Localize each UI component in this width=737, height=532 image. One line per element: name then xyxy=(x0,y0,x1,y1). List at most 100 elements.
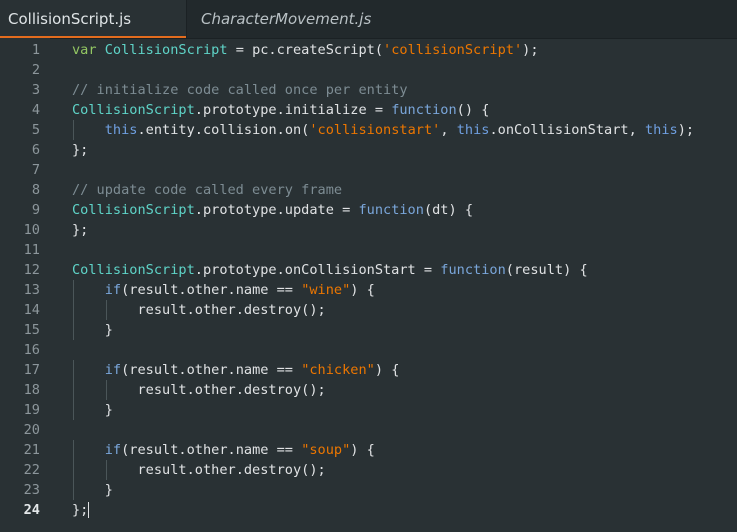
code-token: CollisionScript xyxy=(104,42,228,58)
line-number: 4 xyxy=(31,102,40,118)
line-number: 21 xyxy=(23,442,40,458)
code-token: } xyxy=(104,402,113,418)
code-line[interactable]: 16 xyxy=(0,340,737,360)
code-text: }; xyxy=(72,500,90,520)
code-token: CollisionScript xyxy=(72,262,195,278)
indent-guide xyxy=(73,300,74,320)
code-token: (result.other.name == xyxy=(121,282,302,298)
code-line[interactable]: 8 // update code called every frame xyxy=(0,180,737,200)
code-token: }; xyxy=(72,222,89,238)
line-number: 7 xyxy=(31,162,40,178)
indent-guide xyxy=(73,460,74,480)
code-token: function xyxy=(440,262,506,278)
line-number: 13 xyxy=(23,282,40,298)
code-line[interactable]: 21 if(result.other.name == "soup") { xyxy=(0,440,737,460)
indent-guide xyxy=(73,440,74,460)
code-token: ); xyxy=(522,42,539,58)
code-line[interactable]: 18 result.other.destroy(); xyxy=(0,380,737,400)
line-number: 1 xyxy=(31,42,40,58)
code-token: this xyxy=(456,122,490,138)
code-line[interactable]: 10}; xyxy=(0,220,737,240)
code-line[interactable]: 7 xyxy=(0,160,737,180)
code-line[interactable]: 19 } xyxy=(0,400,737,420)
code-token: ) { xyxy=(350,282,375,298)
code-text: if(result.other.name == "chicken") { xyxy=(72,360,400,380)
code-line[interactable]: 24}; xyxy=(0,500,737,520)
code-token: ) { xyxy=(374,362,400,378)
code-line[interactable]: 17 if(result.other.name == "chicken") { xyxy=(0,360,737,380)
line-number: 10 xyxy=(23,222,40,238)
line-number: 3 xyxy=(31,82,40,98)
code-line[interactable]: 12 CollisionScript.prototype.onCollisionS… xyxy=(0,260,737,280)
line-number: 15 xyxy=(23,322,40,338)
code-line[interactable]: 13 if(result.other.name == "wine") { xyxy=(0,280,737,300)
code-line[interactable]: 20 xyxy=(0,420,737,440)
code-line[interactable]: 3 // initialize code called once per enti… xyxy=(0,80,737,100)
line-number: 2 xyxy=(31,62,40,78)
code-text: }; xyxy=(72,220,88,240)
code-line[interactable]: 11 xyxy=(0,240,737,260)
line-number: 5 xyxy=(31,122,40,138)
code-text: if(result.other.name == "wine") { xyxy=(72,280,375,300)
code-line[interactable]: 6}; xyxy=(0,140,737,160)
code-line[interactable]: 5 this.entity.collision.on('collisionsta… xyxy=(0,120,737,140)
line-number: 12 xyxy=(23,262,40,278)
indent-guide xyxy=(73,320,74,340)
code-token: "chicken" xyxy=(301,362,375,378)
indent-guide xyxy=(105,300,107,320)
code-token: result.other.destroy(); xyxy=(137,462,326,478)
code-text: // update code called every frame xyxy=(72,180,342,200)
indent-guide xyxy=(73,360,74,380)
code-token: (dt) { xyxy=(423,202,474,218)
code-text: CollisionScript.prototype.initialize = f… xyxy=(72,100,489,120)
text-cursor xyxy=(88,502,90,518)
code-text: // initialize code called once per entit… xyxy=(72,80,408,100)
code-text: this.entity.collision.on('collisionstart… xyxy=(72,120,694,140)
code-token: }; xyxy=(72,502,89,518)
code-text: } xyxy=(72,320,113,340)
code-token: if xyxy=(104,362,122,378)
code-text: } xyxy=(72,400,113,420)
code-token: } xyxy=(104,482,113,498)
indent-guide xyxy=(105,460,107,480)
line-number: 20 xyxy=(23,422,40,438)
code-token: if xyxy=(104,442,122,458)
code-text: var CollisionScript = pc.createScript('c… xyxy=(72,40,539,60)
tab-collision-script[interactable]: CollisionScript.js xyxy=(0,0,186,38)
code-line[interactable]: 1 var CollisionScript = pc.createScript('… xyxy=(0,40,737,60)
line-number: 17 xyxy=(23,362,40,378)
code-line[interactable]: 23 } xyxy=(0,480,737,500)
indent-guide xyxy=(73,380,74,400)
code-line[interactable]: 4 CollisionScript.prototype.initialize = … xyxy=(0,100,737,120)
code-line[interactable]: 2 xyxy=(0,60,737,80)
code-area[interactable]: 1 var CollisionScript = pc.createScript('… xyxy=(0,40,737,520)
code-token: () { xyxy=(456,102,490,118)
code-text: }; xyxy=(72,140,88,160)
code-text: if(result.other.name == "soup") { xyxy=(72,440,375,460)
indent-guide xyxy=(73,120,74,140)
code-token: CollisionScript xyxy=(72,102,195,118)
code-token: "wine" xyxy=(301,282,351,298)
code-token: ); xyxy=(677,122,695,138)
code-text: } xyxy=(72,480,113,500)
line-number: 6 xyxy=(31,142,40,158)
code-line[interactable]: 14 result.other.destroy(); xyxy=(0,300,737,320)
code-token: function xyxy=(358,202,424,218)
code-line[interactable]: 15 } xyxy=(0,320,737,340)
code-token: .prototype.initialize = xyxy=(194,102,392,118)
code-token: .entity.collision.on( xyxy=(137,122,310,138)
code-token: = pc.createScript( xyxy=(227,42,384,58)
code-text: result.other.destroy(); xyxy=(72,300,325,320)
code-line[interactable]: 22 result.other.destroy(); xyxy=(0,460,737,480)
indent-guide xyxy=(73,480,74,500)
code-line[interactable]: 9 CollisionScript.prototype.update = func… xyxy=(0,200,737,220)
line-number: 8 xyxy=(31,182,40,198)
code-token: .prototype.update = xyxy=(194,202,359,218)
code-token: , xyxy=(440,122,457,138)
code-token: // initialize code called once per entit… xyxy=(72,82,408,98)
code-token: // update code called every frame xyxy=(72,182,343,198)
code-text: result.other.destroy(); xyxy=(72,380,325,400)
tab-character-movement[interactable]: CharacterMovement.js xyxy=(186,0,376,38)
indent-guide xyxy=(73,280,74,300)
code-token: this xyxy=(644,122,678,138)
